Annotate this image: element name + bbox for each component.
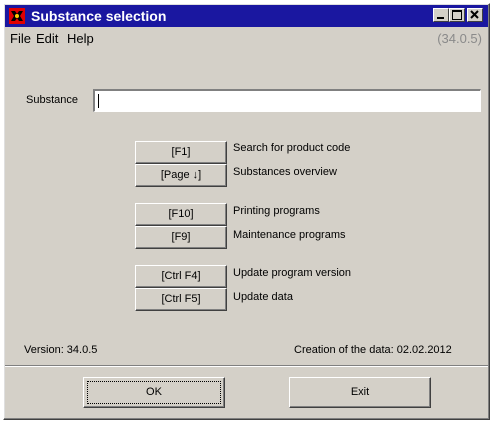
close-icon (470, 10, 479, 19)
close-button[interactable] (467, 8, 483, 22)
title-bar[interactable]: Substance selection (5, 5, 488, 27)
ok-button[interactable]: OK (83, 377, 225, 408)
f9-button[interactable]: [F9] (135, 226, 227, 249)
printing-programs-label: Printing programs (233, 205, 320, 217)
f1-button[interactable]: [F1] (135, 141, 227, 164)
creation-date-text: Creation of the data: 02.02.2012 (294, 344, 452, 356)
maintenance-programs-label: Maintenance programs (233, 229, 346, 241)
window-title: Substance selection (31, 8, 167, 24)
search-product-code-label: Search for product code (233, 142, 351, 154)
minimize-button[interactable] (433, 8, 449, 22)
header-version: (34.0.5) (437, 31, 482, 46)
substance-label: Substance (26, 94, 78, 106)
text-caret (98, 94, 99, 108)
update-data-label: Update data (233, 291, 293, 303)
ctrl-f4-button[interactable]: [Ctrl F4] (135, 265, 227, 288)
substance-input[interactable] (93, 89, 481, 112)
menu-bar: File Edit Help (34.0.5) (10, 29, 488, 47)
minimize-icon (437, 17, 444, 19)
ctrl-f5-button[interactable]: [Ctrl F5] (135, 288, 227, 311)
menu-edit[interactable]: Edit (36, 31, 58, 46)
app-hazard-icon (9, 8, 25, 24)
maximize-button[interactable] (449, 8, 465, 22)
footer-separator (5, 365, 488, 367)
f10-button[interactable]: [F10] (135, 203, 227, 226)
page-down-button[interactable]: [Page ↓] (135, 164, 227, 187)
focus-outline (87, 381, 221, 404)
version-text: Version: 34.0.5 (24, 344, 98, 356)
maximize-icon (452, 10, 462, 20)
exit-button[interactable]: Exit (289, 377, 431, 408)
substances-overview-label: Substances overview (233, 166, 337, 178)
menu-file[interactable]: File (10, 31, 31, 46)
exit-button-label: Exit (350, 386, 370, 398)
menu-help[interactable]: Help (67, 31, 94, 46)
update-program-version-label: Update program version (233, 267, 352, 279)
